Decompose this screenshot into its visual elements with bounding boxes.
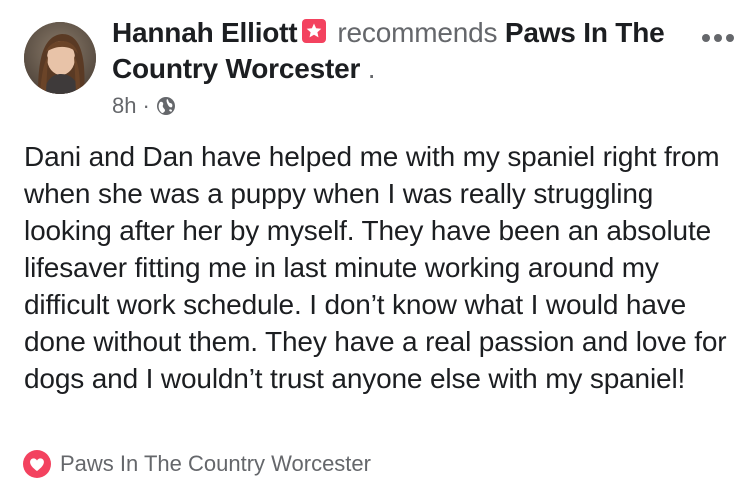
- author-name[interactable]: Hannah Elliott: [112, 17, 298, 48]
- meta-separator: ·: [142, 93, 150, 118]
- author-avatar[interactable]: [24, 22, 96, 94]
- footer-page-name[interactable]: Paws In The Country Worcester: [60, 450, 371, 478]
- trailing-punctuation: .: [367, 53, 376, 84]
- recommendation-footer[interactable]: Paws In The Country Worcester: [22, 449, 371, 479]
- post-meta: 8h ·: [112, 93, 176, 119]
- recommendation-post: Hannah Elliott recommends Paws In The Cou…: [0, 0, 756, 502]
- post-body: Dani and Dan have helped me with my span…: [24, 141, 727, 394]
- star-badge-icon: [301, 18, 327, 52]
- more-options-icon[interactable]: [698, 24, 738, 52]
- post-timestamp[interactable]: 8h: [112, 93, 136, 119]
- post-header: Hannah Elliott recommends Paws In The Cou…: [112, 16, 672, 86]
- action-text: recommends: [337, 17, 498, 48]
- recommendation-heart-icon: [22, 449, 52, 479]
- globe-icon[interactable]: [156, 96, 176, 116]
